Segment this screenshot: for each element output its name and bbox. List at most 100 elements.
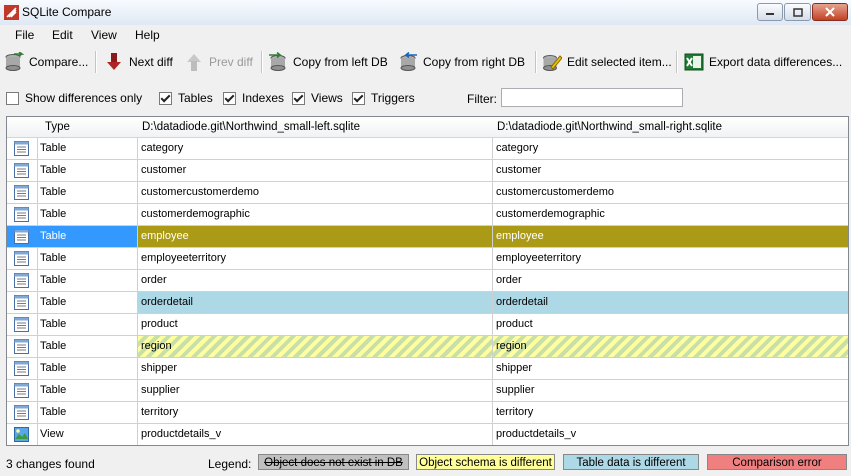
table-row[interactable]: Table customer customer bbox=[7, 160, 848, 182]
export-data-button[interactable]: Export data differences... bbox=[684, 50, 842, 74]
table-icon bbox=[14, 141, 29, 156]
row-right-object: employee bbox=[493, 226, 848, 247]
row-left-object: shipper bbox=[138, 358, 493, 379]
row-left-object: supplier bbox=[138, 380, 493, 401]
row-type: Table bbox=[37, 270, 138, 291]
row-type: Table bbox=[37, 204, 138, 225]
menu-bar: File Edit View Help bbox=[0, 25, 851, 46]
row-icon-cell bbox=[7, 380, 38, 401]
row-icon-cell bbox=[7, 424, 38, 445]
row-left-object: employeeterritory bbox=[138, 248, 493, 269]
table-icon bbox=[14, 361, 29, 376]
table-row[interactable]: Table order order bbox=[7, 270, 848, 292]
table-row[interactable]: Table supplier supplier bbox=[7, 380, 848, 402]
table-row[interactable]: Table category category bbox=[7, 138, 848, 160]
row-right-object: territory bbox=[496, 406, 534, 418]
row-icon-cell bbox=[7, 292, 38, 313]
maximize-button[interactable] bbox=[784, 3, 811, 21]
table-row[interactable]: Table shipper shipper bbox=[7, 358, 848, 380]
row-type: Table bbox=[37, 248, 138, 269]
compare-label: Compare... bbox=[29, 55, 89, 69]
legend-label: Legend: bbox=[208, 457, 252, 471]
comparison-grid[interactable]: Type D:\datadiode.git\Northwind_small-le… bbox=[6, 116, 849, 446]
row-right-object: shipper bbox=[496, 362, 533, 374]
database-compare-icon bbox=[5, 52, 24, 71]
table-row[interactable]: Table employeeterritory employeeterritory bbox=[7, 248, 848, 270]
table-row[interactable]: Table orderdetail orderdetail bbox=[7, 292, 848, 314]
menu-view[interactable]: View bbox=[91, 28, 117, 42]
show-differences-checkbox[interactable]: Show differences only bbox=[6, 91, 142, 105]
table-icon bbox=[14, 185, 29, 200]
tables-label: Tables bbox=[178, 91, 213, 105]
checkbox-box bbox=[6, 91, 19, 105]
copy-from-left-label: Copy from left DB bbox=[293, 55, 388, 69]
table-row[interactable]: Table customercustomerdemo customercustome… bbox=[7, 182, 848, 204]
column-header-type[interactable]: Type bbox=[45, 121, 70, 133]
views-checkbox[interactable]: Views bbox=[292, 91, 343, 105]
row-type: Table bbox=[37, 358, 138, 379]
row-icon-cell bbox=[7, 314, 38, 335]
maximize-icon bbox=[792, 7, 803, 17]
legend-comparison-error: Comparison error bbox=[707, 454, 847, 470]
compare-button[interactable]: Compare... bbox=[4, 50, 88, 74]
row-icon-cell bbox=[7, 182, 38, 203]
prev-diff-button[interactable]: Prev diff bbox=[184, 50, 253, 74]
row-right-object: customerdemographic bbox=[496, 208, 605, 220]
row-type: Table bbox=[37, 402, 138, 423]
row-icon-cell bbox=[7, 138, 38, 159]
table-row[interactable]: View productdetails_v productdetails_v bbox=[7, 424, 848, 445]
row-left-object: category bbox=[138, 138, 493, 159]
views-label: Views bbox=[311, 91, 343, 105]
indexes-checkbox[interactable]: Indexes bbox=[223, 91, 284, 105]
toolbar-separator bbox=[676, 51, 678, 73]
table-icon bbox=[14, 383, 29, 398]
column-header-left-db[interactable]: D:\datadiode.git\Northwind_small-left.sq… bbox=[142, 121, 360, 133]
row-right-object: employeeterritory bbox=[496, 252, 581, 264]
table-icon bbox=[14, 317, 29, 332]
legend-data-different: Table data is different bbox=[563, 454, 699, 470]
filter-input[interactable] bbox=[501, 88, 683, 107]
copy-from-left-button[interactable]: Copy from left DB bbox=[268, 50, 388, 74]
table-row[interactable]: Table customerdemographic customerdemograp… bbox=[7, 204, 848, 226]
row-right-object: customercustomerdemo bbox=[496, 186, 614, 198]
copy-right-database-icon bbox=[400, 52, 417, 71]
table-row[interactable]: Table region region bbox=[7, 336, 848, 358]
menu-help[interactable]: Help bbox=[135, 28, 160, 42]
title-bar: SQLite Compare bbox=[0, 0, 851, 26]
edit-selected-label: Edit selected item... bbox=[567, 55, 672, 69]
menu-edit[interactable]: Edit bbox=[52, 28, 73, 42]
toolbar-separator bbox=[535, 51, 537, 73]
checkbox-box-checked bbox=[223, 91, 236, 105]
row-right-object: category bbox=[496, 142, 539, 154]
table-icon bbox=[14, 295, 29, 310]
close-button[interactable] bbox=[812, 3, 848, 21]
export-data-label: Export data differences... bbox=[709, 55, 843, 69]
table-icon bbox=[14, 339, 29, 354]
row-left-object: region bbox=[138, 336, 493, 357]
edit-selected-button[interactable]: Edit selected item... bbox=[542, 50, 672, 74]
copy-from-right-button[interactable]: Copy from right DB bbox=[398, 50, 525, 74]
table-icon bbox=[14, 405, 29, 420]
row-left-object: customer bbox=[138, 160, 493, 181]
edit-database-icon bbox=[543, 55, 562, 71]
table-row[interactable]: Table employee employee bbox=[7, 226, 848, 248]
toolbar-separator bbox=[95, 51, 97, 73]
triggers-checkbox[interactable]: Triggers bbox=[352, 91, 415, 105]
row-type: Table bbox=[37, 160, 138, 181]
next-diff-button[interactable]: Next diff bbox=[104, 50, 173, 74]
row-left-object: product bbox=[138, 314, 493, 335]
row-icon-cell bbox=[7, 248, 38, 269]
legend-not-exist: Object does not exist in DB bbox=[258, 454, 409, 470]
column-header-right-db[interactable]: D:\datadiode.git\Northwind_small-right.s… bbox=[497, 121, 722, 133]
view-icon bbox=[14, 427, 29, 442]
table-row[interactable]: Table product product bbox=[7, 314, 848, 336]
menu-file[interactable]: File bbox=[15, 28, 34, 42]
row-type: View bbox=[37, 424, 138, 445]
row-type: Table bbox=[37, 138, 138, 159]
toolbar: Compare... Next diff Prev diff Copy from… bbox=[0, 46, 851, 79]
minimize-button[interactable] bbox=[757, 3, 783, 21]
tables-checkbox[interactable]: Tables bbox=[159, 91, 213, 105]
table-row[interactable]: Table territory territory bbox=[7, 402, 848, 424]
row-left-object: order bbox=[138, 270, 493, 291]
row-icon-cell bbox=[7, 160, 38, 181]
